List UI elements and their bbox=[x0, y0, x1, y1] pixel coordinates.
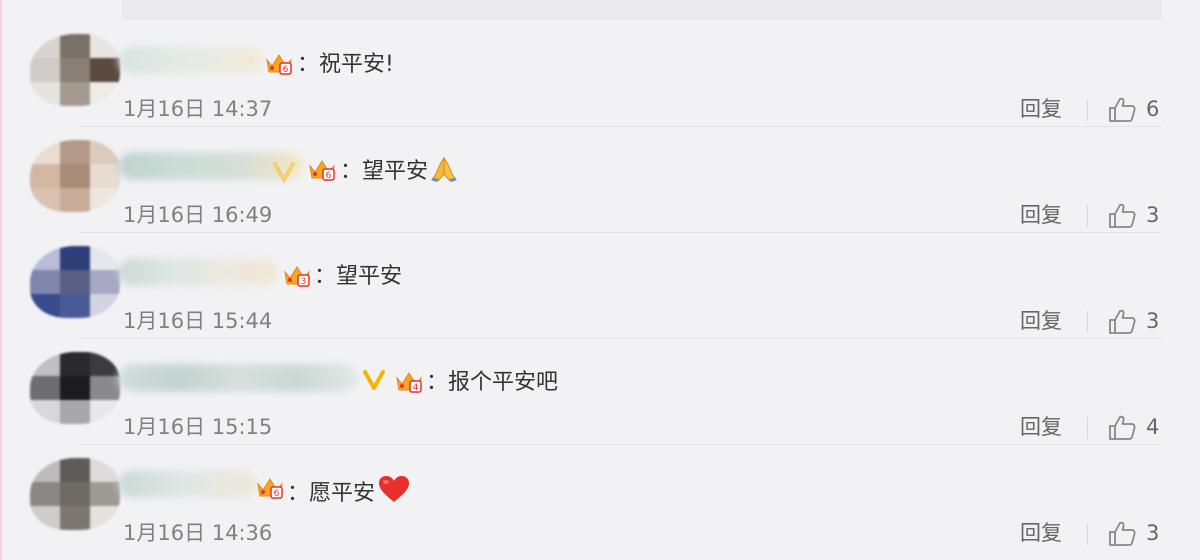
svg-text:3: 3 bbox=[301, 277, 307, 287]
comment-time: 1月16日 14:37 bbox=[123, 97, 273, 121]
like-thumb-icon[interactable] bbox=[1107, 520, 1137, 548]
comment-time: 1月16日 15:44 bbox=[123, 309, 273, 333]
comment-divider bbox=[80, 232, 1162, 233]
action-divider bbox=[1087, 311, 1088, 333]
comment-time: 1月16日 16:49 bbox=[123, 203, 273, 227]
action-divider bbox=[1087, 99, 1088, 121]
reply-button[interactable]: 回复 bbox=[1020, 202, 1062, 228]
svg-text:6: 6 bbox=[274, 489, 280, 499]
member-crown-icon: 4 bbox=[396, 372, 422, 393]
verified-v-icon bbox=[363, 370, 385, 390]
svg-text:6: 6 bbox=[283, 65, 289, 75]
action-divider bbox=[1087, 523, 1088, 545]
reply-button[interactable]: 回复 bbox=[1020, 308, 1062, 334]
action-divider bbox=[1087, 205, 1088, 227]
comment-item: 4 ：报个平安吧 1月16日 15:15 回复 4 bbox=[0, 338, 1200, 444]
comment-text: ：望平安 bbox=[340, 156, 458, 187]
like-count: 3 bbox=[1146, 309, 1160, 333]
avatar[interactable] bbox=[30, 34, 120, 106]
like-count: 6 bbox=[1146, 97, 1160, 121]
avatar[interactable] bbox=[30, 246, 120, 318]
comment-time: 1月16日 15:15 bbox=[123, 415, 273, 439]
like-thumb-icon[interactable] bbox=[1107, 96, 1137, 124]
comment-text: ：愿平安 bbox=[287, 474, 411, 509]
like-thumb-icon[interactable] bbox=[1107, 308, 1137, 336]
action-divider bbox=[1087, 417, 1088, 439]
comment-text: ：望平安 bbox=[314, 264, 403, 289]
comment-item: 6 ：望平安 1月16日 16:49 回复 3 bbox=[0, 126, 1200, 232]
verified-v-icon bbox=[273, 162, 295, 184]
reply-button[interactable]: 回复 bbox=[1020, 414, 1062, 440]
comment-divider bbox=[80, 126, 1162, 127]
comment-divider bbox=[80, 444, 1162, 445]
username-blurred[interactable] bbox=[118, 470, 258, 498]
folded-hands-icon bbox=[431, 156, 458, 182]
comment-item: 6 ：愿平安 1月16日 14:36 回复 3 bbox=[0, 444, 1200, 550]
member-crown-icon: 3 bbox=[284, 266, 310, 287]
username-blurred[interactable] bbox=[118, 46, 263, 74]
comment-list: 6 ：祝平安! 1月16日 14:37 回复 6 6 ：望平安 1月16日 16… bbox=[0, 0, 1200, 560]
avatar[interactable] bbox=[30, 352, 120, 424]
member-crown-icon: 6 bbox=[266, 54, 292, 75]
comment-divider bbox=[80, 338, 1162, 339]
comment-text: ：祝平安! bbox=[297, 52, 394, 77]
member-crown-icon: 6 bbox=[257, 478, 283, 499]
username-blurred[interactable] bbox=[118, 258, 278, 286]
svg-text:6: 6 bbox=[326, 171, 332, 181]
red-heart-icon bbox=[379, 476, 410, 502]
comment-item: 3 ：望平安 1月16日 15:44 回复 3 bbox=[0, 232, 1200, 338]
like-thumb-icon[interactable] bbox=[1107, 414, 1137, 442]
like-thumb-icon[interactable] bbox=[1107, 202, 1137, 230]
avatar[interactable] bbox=[30, 140, 120, 212]
comment-item: 6 ：祝平安! 1月16日 14:37 回复 6 bbox=[0, 20, 1200, 126]
avatar[interactable] bbox=[30, 458, 120, 530]
svg-text:4: 4 bbox=[413, 383, 419, 393]
like-count: 4 bbox=[1146, 415, 1160, 439]
member-crown-icon: 6 bbox=[309, 160, 335, 181]
reply-button[interactable]: 回复 bbox=[1020, 96, 1062, 122]
like-count: 3 bbox=[1146, 521, 1160, 545]
comment-text: ：报个平安吧 bbox=[426, 370, 559, 395]
like-count: 3 bbox=[1146, 203, 1160, 227]
comment-time: 1月16日 14:36 bbox=[123, 521, 273, 545]
username-blurred[interactable] bbox=[118, 364, 358, 392]
reply-button[interactable]: 回复 bbox=[1020, 520, 1062, 546]
